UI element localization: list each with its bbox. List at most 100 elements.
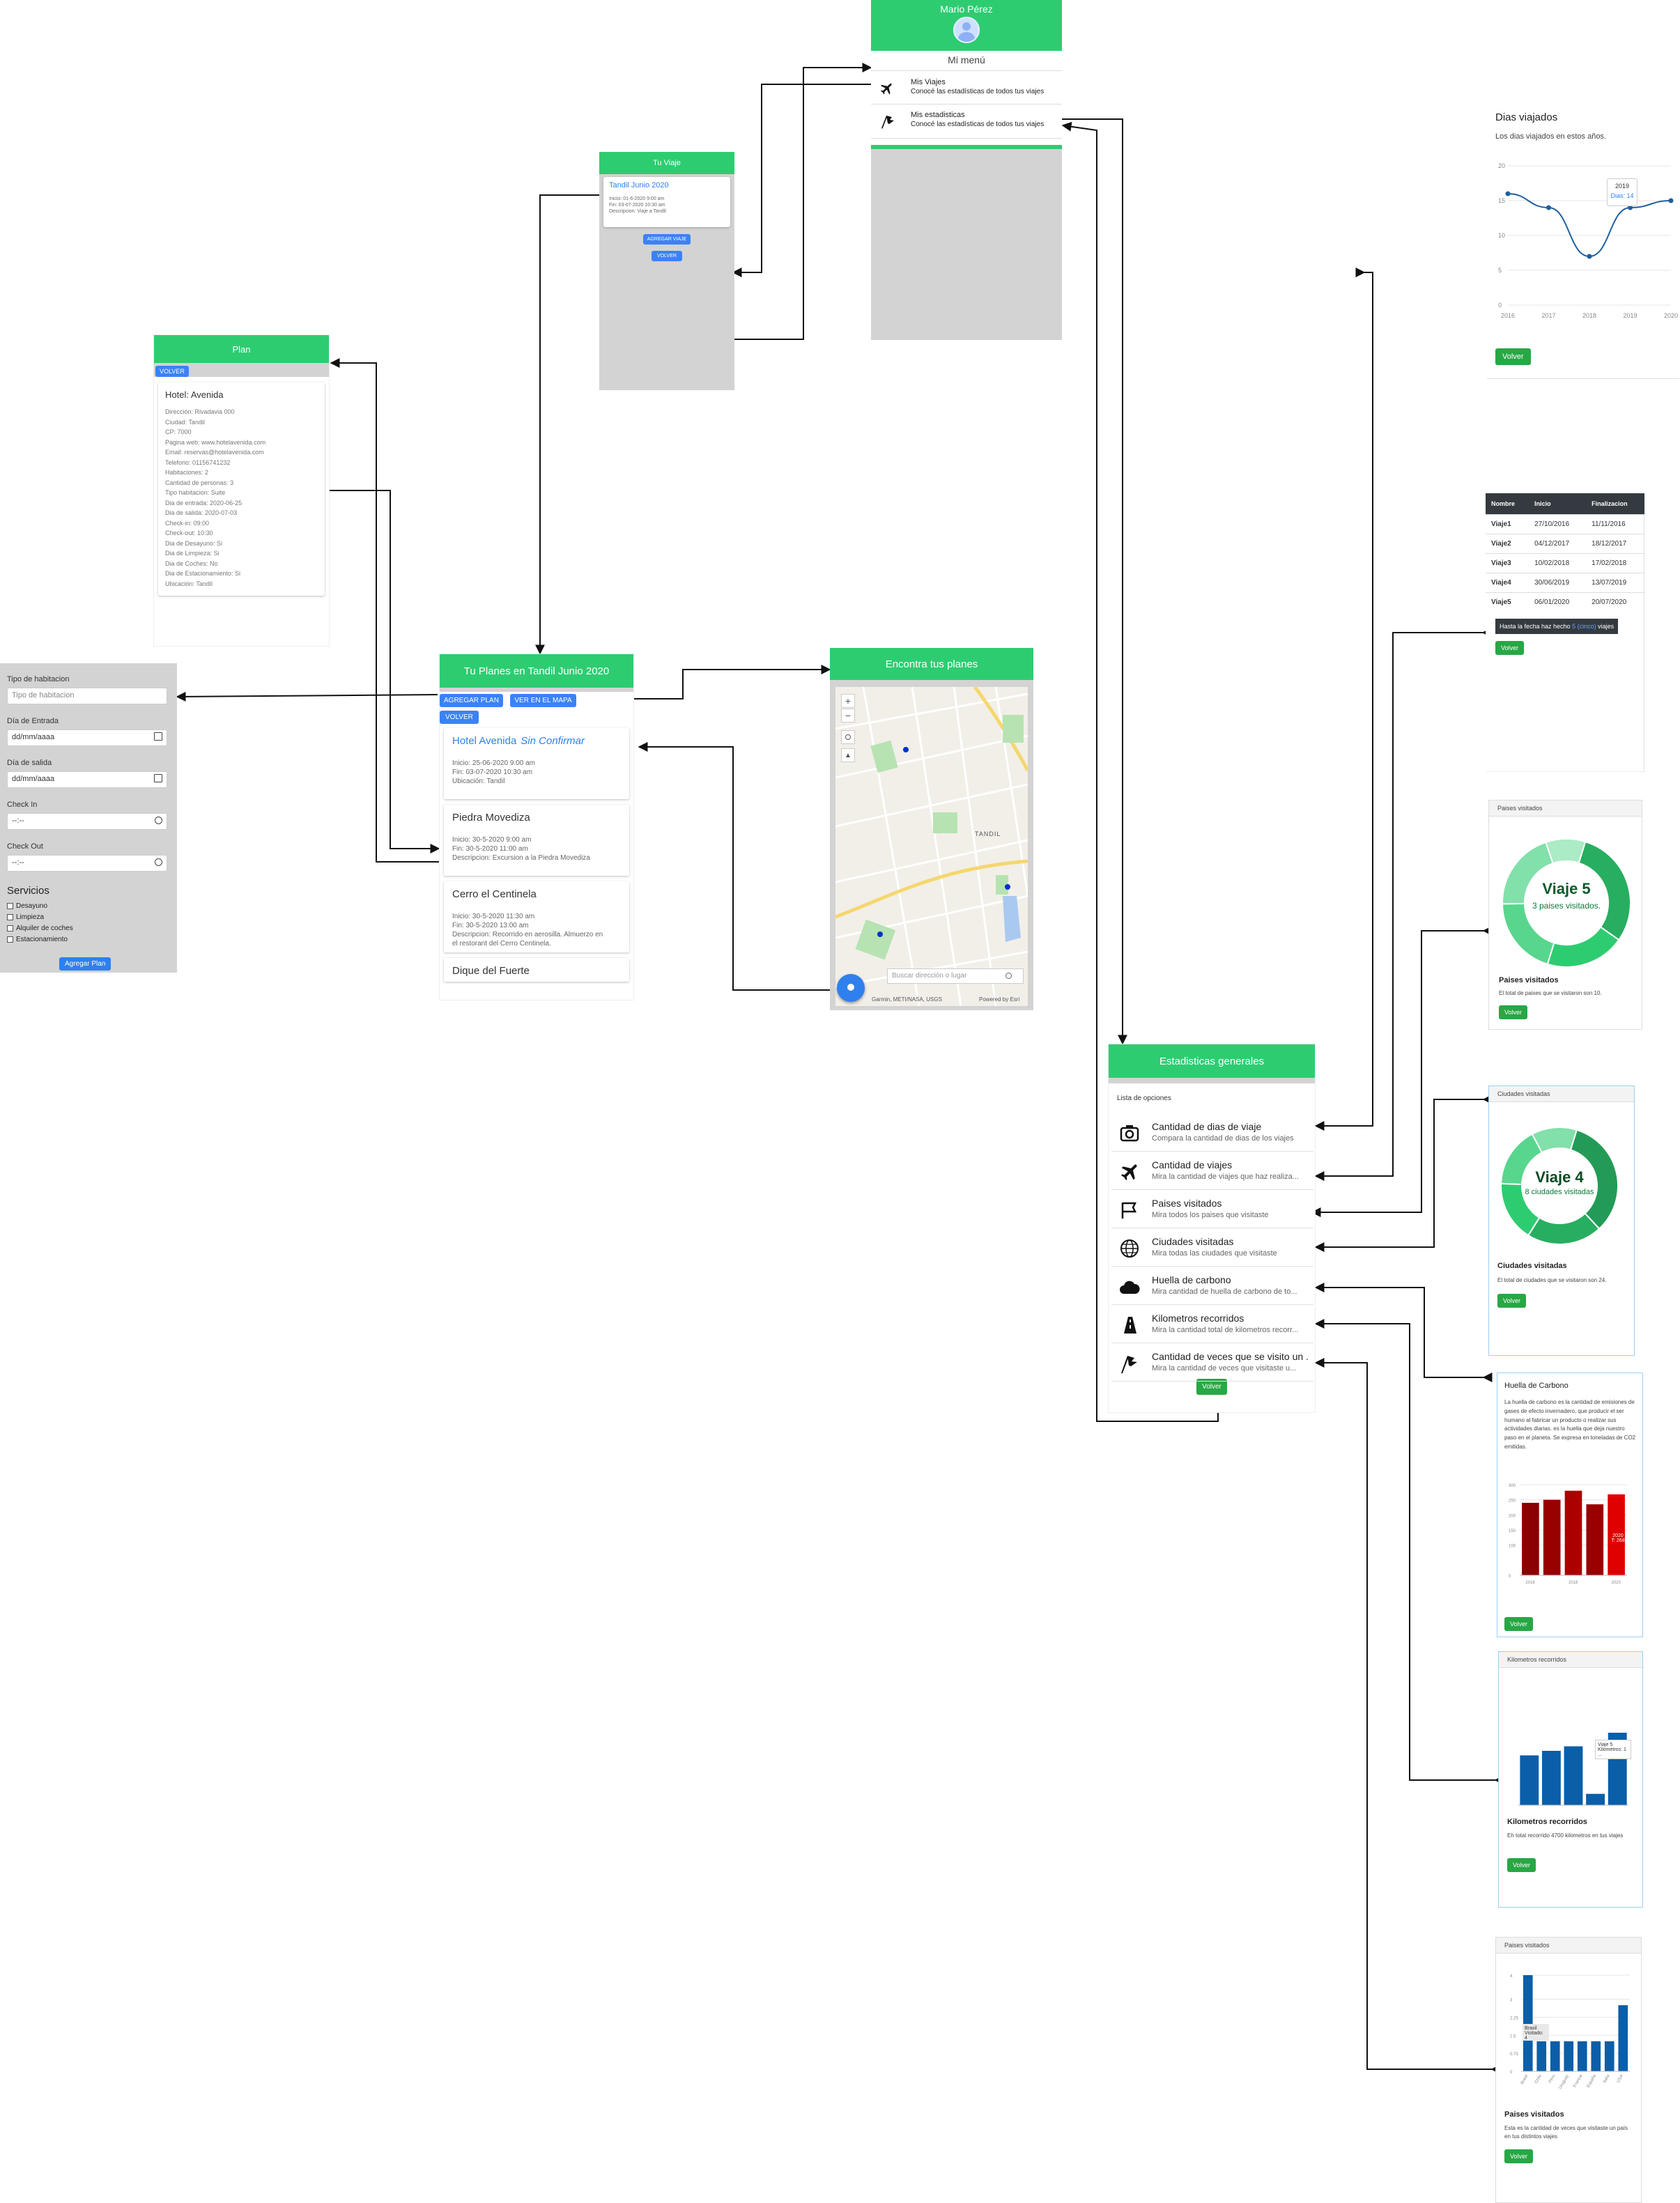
servicios-list: Desayuno Limpieza Alquiler de coches Estaci… <box>7 900 73 945</box>
bar[interactable] <box>1564 1746 1583 1806</box>
compass-button[interactable]: ▲ <box>841 748 855 762</box>
y-tick-label: 0 <box>1498 302 1502 309</box>
map-marker[interactable] <box>903 747 909 752</box>
donut-center-sub: 8 ciudades visitadas <box>1525 1188 1594 1196</box>
bar[interactable] <box>1586 1504 1604 1575</box>
back-button[interactable]: Volver <box>1504 2149 1534 2163</box>
veces-screen: Paises visitados 0 0.75 1.5 2.25 3 4 Brasil Chi… <box>1495 1937 1642 2203</box>
card-header: Kilometros recorridos <box>1499 1652 1642 1668</box>
trip-title[interactable]: Tandil Junio 2020 <box>609 181 725 190</box>
trips-summary: Hasta la fecha haz hecho 5 (cinco) viaje… <box>1495 619 1619 634</box>
street-map <box>835 687 1028 1006</box>
map-attribution: Garmin, METI/NASA, USGS <box>872 996 942 1003</box>
back-button[interactable]: VOLVER <box>440 711 479 724</box>
back-button[interactable]: VOLVER <box>652 251 682 261</box>
search-icon[interactable] <box>1005 973 1012 979</box>
veces-bar-chart: 0 0.75 1.5 2.25 3 4 Brasil Chile Peru Uruguay Fran… <box>1510 1974 1630 2090</box>
add-trip-button[interactable]: AGREGAR VIAJE <box>642 234 691 245</box>
bar[interactable] <box>1536 2041 1547 2071</box>
bar[interactable] <box>1541 1751 1561 1805</box>
stats-option-6[interactable]: Kilometros recorridos Mira la cantidad to… <box>1111 1306 1313 1343</box>
plan-card[interactable]: Hotel Avenida Sin Confirmar Inicio: 25-06-… <box>444 728 629 799</box>
bar[interactable] <box>1618 2005 1628 2071</box>
bar[interactable] <box>1604 2041 1615 2071</box>
servicio-checkbox[interactable] <box>7 913 13 920</box>
bar[interactable] <box>1543 1499 1561 1575</box>
clock-icon[interactable] <box>155 817 162 824</box>
tooltip-line: Visitado: 4 <box>1525 2031 1543 2041</box>
donut-slice[interactable] <box>1545 838 1587 865</box>
back-button[interactable]: Volver <box>1495 641 1525 655</box>
km-tooltip: Viaje 5 Kilometros: 1 ... <box>1595 1740 1631 1759</box>
back-button[interactable]: VOLVER <box>155 366 189 377</box>
data-point[interactable] <box>1505 191 1511 196</box>
tooltip-value: Dias: 14 <box>1610 192 1634 199</box>
bar[interactable] <box>1564 1490 1582 1575</box>
map-marker[interactable] <box>877 932 883 937</box>
plan-card[interactable]: Cerro el Centinela Inicio: 30-5-2020 11:3… <box>444 881 629 952</box>
bar[interactable] <box>1586 1793 1605 1805</box>
x-tick-label: Chile <box>1534 2073 1543 2084</box>
trip-line: Descripcion: Viaje a Tandil <box>609 209 666 214</box>
menu-item-mis-viajes[interactable]: Mis Viajes Conocé las estadísticas de to… <box>871 70 1062 105</box>
back-button[interactable]: Volver <box>1497 1294 1527 1308</box>
planes-header: Tu Planes en Tandil Junio 2020 <box>440 654 633 688</box>
tooltip-line: 2020 <box>1612 1533 1624 1538</box>
plan-card[interactable]: Piedra Movediza Inicio: 30-5-2020 9:00 am… <box>444 805 629 876</box>
map-search-input[interactable]: Buscar dirección o lugar <box>887 968 1024 984</box>
trip-card[interactable]: Tandil Junio 2020 Inicio: 01-6-2020 9:00… <box>603 177 730 227</box>
submit-plan-button[interactable]: Agregar Plan <box>59 957 111 971</box>
donut-slice[interactable] <box>1501 902 1555 966</box>
bar[interactable] <box>1523 1975 1533 2071</box>
map-view[interactable]: TANDIL + − ▲ Buscar dirección o lugar Ga… <box>835 687 1028 1006</box>
plan-card-title[interactable]: Hotel Avenida Sin Confirmar <box>452 735 621 747</box>
data-point[interactable] <box>1587 254 1592 259</box>
tipo-input[interactable]: Tipo de habitacion <box>7 688 167 704</box>
servicio-checkbox[interactable] <box>7 936 13 943</box>
table-cell: 06/01/2020 <box>1529 592 1587 612</box>
entrada-value: dd/mm/aaaa <box>12 733 55 741</box>
data-point[interactable] <box>1546 205 1551 210</box>
stats-option-5[interactable]: Huella de carbono Mira cantidad de huella… <box>1111 1267 1313 1305</box>
donut-slice[interactable] <box>1546 926 1620 968</box>
map-button[interactable]: VER EN EL MAPA <box>510 694 576 707</box>
calendar-icon[interactable] <box>154 774 162 782</box>
data-point[interactable] <box>1668 198 1674 203</box>
checkin-input[interactable]: --:-- <box>7 813 167 830</box>
entrada-input[interactable]: dd/mm/aaaa <box>7 729 167 746</box>
back-button[interactable]: Volver <box>1507 1858 1536 1872</box>
bar[interactable] <box>1550 2041 1560 2071</box>
locate-button[interactable] <box>841 730 855 744</box>
calendar-icon[interactable] <box>154 732 162 741</box>
fab-button[interactable] <box>837 974 865 1002</box>
back-button[interactable]: Volver <box>1495 348 1531 365</box>
dias-title: Dias viajados <box>1495 111 1558 123</box>
paises-text: El total de paises que se visitaron son … <box>1499 990 1602 996</box>
stats-option-4[interactable]: Ciudades visitadas Mira todas las ciudade… <box>1111 1229 1313 1267</box>
bar[interactable] <box>1520 1755 1539 1806</box>
stats-option-7[interactable]: Cantidad de veces que se visito un ... Mi… <box>1111 1344 1313 1382</box>
clock-icon[interactable] <box>155 858 162 866</box>
bar[interactable] <box>1591 2041 1601 2071</box>
back-button[interactable]: Volver <box>1499 1005 1528 1019</box>
bar[interactable] <box>1522 1503 1539 1575</box>
zoom-out-button[interactable]: − <box>841 709 855 722</box>
map-marker[interactable] <box>1005 884 1010 890</box>
add-plan-button[interactable]: AGREGAR PLAN <box>440 694 503 707</box>
plan-card[interactable]: Dique del Fuerte <box>444 958 629 982</box>
stats-option-3[interactable]: Paises visitados Mira todos los paises qu… <box>1111 1191 1313 1228</box>
checkout-input[interactable]: --:-- <box>7 855 167 872</box>
servicio-checkbox[interactable] <box>7 925 13 932</box>
back-button[interactable]: Volver <box>1504 1617 1534 1631</box>
salida-input[interactable]: dd/mm/aaaa <box>7 771 167 788</box>
bar[interactable] <box>1577 2041 1587 2071</box>
zoom-in-button[interactable]: + <box>841 694 855 708</box>
stats-option-label: Kilometros recorridos <box>1152 1313 1244 1324</box>
menu-item-mis-estadisticas[interactable]: Mis estadisticas Conocé las estadísticas… <box>871 105 1062 139</box>
stats-option-2[interactable]: Cantidad de viajes Mira la cantidad de vi… <box>1111 1152 1313 1190</box>
table-cell: 30/06/2019 <box>1529 573 1587 593</box>
plan-title-text: Hotel Avenida <box>452 735 517 747</box>
bar[interactable] <box>1564 2041 1574 2071</box>
stats-option-1[interactable]: Cantidad de dias de viaje Compara la cant… <box>1111 1114 1313 1152</box>
servicio-checkbox[interactable] <box>7 902 13 909</box>
